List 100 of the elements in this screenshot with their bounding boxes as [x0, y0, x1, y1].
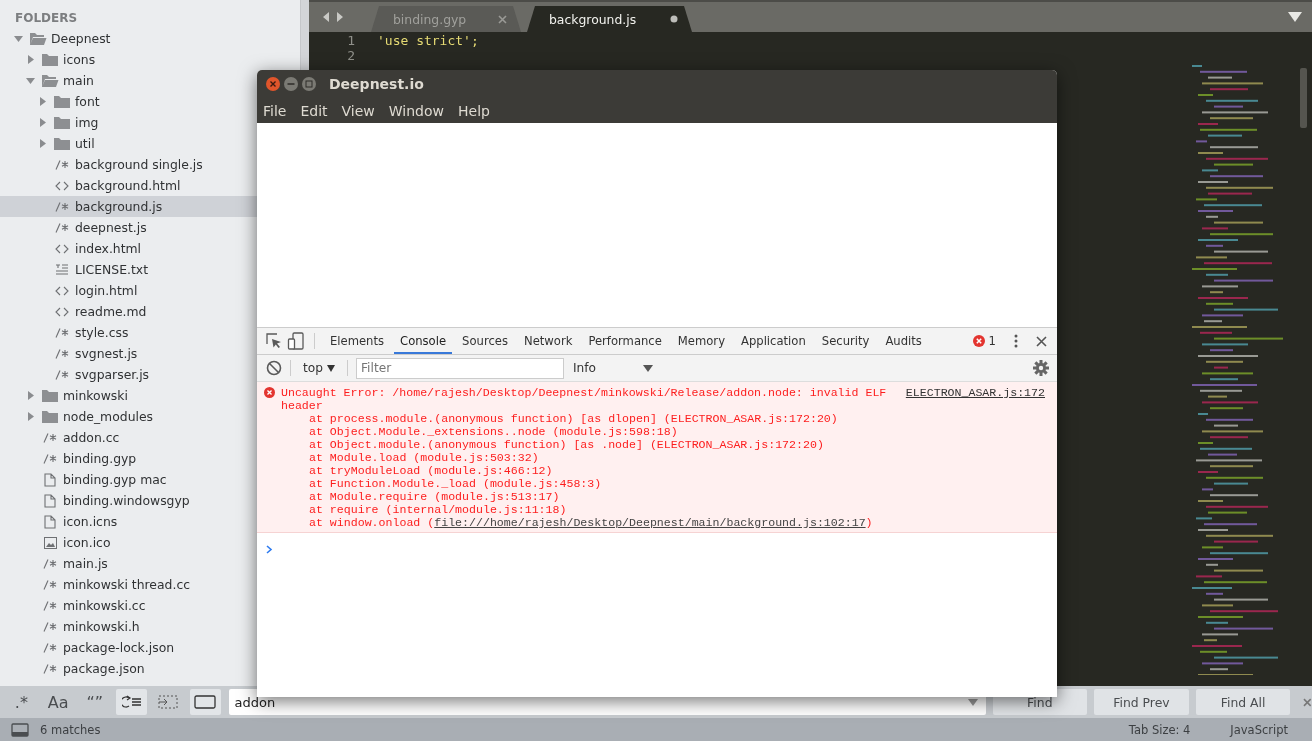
comment-icon: [43, 621, 57, 632]
source-link[interactable]: ELECTRON_ASAR.js:172: [905, 386, 1045, 412]
panel-icon[interactable]: [11, 722, 29, 737]
file-tree-item[interactable]: package-lock.json: [0, 637, 300, 658]
clear-console-icon[interactable]: [266, 360, 282, 376]
menu-item[interactable]: Help: [458, 102, 490, 119]
comment-icon: [43, 663, 57, 674]
comment-icon: [43, 642, 57, 653]
file-tree-item[interactable]: deepnest.js: [0, 217, 300, 238]
file-tree-item[interactable]: minkowski.cc: [0, 595, 300, 616]
window-controls-icon[interactable]: [265, 76, 317, 92]
collapsed-arrow-icon[interactable]: [26, 55, 35, 64]
menu-item[interactable]: View: [341, 102, 375, 119]
file-tree-item[interactable]: minkowski thread.cc: [0, 574, 300, 595]
file-tree-item[interactable]: background single.js: [0, 154, 300, 175]
sidebar-heading: FOLDERS: [14, 10, 79, 27]
tab-size-indicator[interactable]: Tab Size: 4: [1128, 722, 1191, 737]
find-option-toggle[interactable]: .*: [6, 689, 37, 715]
stack-trace-line: at Function.Module._load (module.js:458:3): [309, 477, 602, 490]
scrollbar-thumb[interactable]: [1300, 68, 1307, 128]
stack-trace-line: at window.onload (file:///home/rajesh/Desktop/Deepnest/main/background.js:102:17): [309, 516, 873, 529]
devtools-tab[interactable]: Network: [517, 328, 579, 354]
stack-trace-line: at Object.Module._extensions..node (module.js:598:18): [309, 425, 678, 438]
folder-icon: [41, 52, 59, 67]
find-button[interactable]: Find All: [1195, 689, 1291, 715]
devtools-tab[interactable]: Security: [815, 328, 876, 354]
document-icon: [44, 472, 56, 487]
wrap-toggle[interactable]: [116, 689, 147, 715]
devtools-tab[interactable]: Memory: [671, 328, 731, 354]
close-icon[interactable]: [1303, 697, 1312, 707]
file-tree-item[interactable]: binding.windowsgyp: [0, 490, 300, 511]
dropdown-arrow-icon[interactable]: [1288, 12, 1302, 22]
devtools-tab[interactable]: Application: [735, 328, 812, 354]
file-tree-item[interactable]: readme.md: [0, 301, 300, 322]
file-tree-item[interactable]: Deepnest: [0, 28, 300, 49]
file-tree-item[interactable]: background.html: [0, 175, 300, 196]
angle-brackets-icon: [55, 180, 69, 191]
stack-trace-line: at require (internal/module.js:11:18): [309, 503, 567, 516]
menu-item[interactable]: File: [263, 102, 287, 119]
image-icon: [43, 536, 57, 549]
more-options-icon[interactable]: [1014, 334, 1018, 348]
file-tree-item[interactable]: main: [0, 70, 300, 91]
log-level-dropdown[interactable]: Info: [569, 361, 657, 375]
file-tree-item[interactable]: minkowski.h: [0, 616, 300, 637]
comment-icon: [43, 558, 57, 569]
devtools-tab[interactable]: Sources: [456, 328, 514, 354]
code-line: 'use strict';: [377, 33, 479, 48]
stack-trace-line: at tryModuleLoad (module.js:466:12): [309, 464, 553, 477]
file-tree-item[interactable]: package.json: [0, 658, 300, 679]
close-icon[interactable]: [1036, 335, 1047, 347]
file-tree-item[interactable]: login.html: [0, 280, 300, 301]
prompt-chevron-icon[interactable]: [266, 545, 273, 554]
file-tree-item[interactable]: addon.cc: [0, 427, 300, 448]
file-link[interactable]: file:///home/rajesh/Desktop/Deepnest/main/background.js:102:17: [434, 516, 866, 529]
menu-item[interactable]: Window: [388, 102, 444, 119]
collapsed-arrow-icon[interactable]: [38, 118, 47, 127]
file-tree-item[interactable]: binding.gyp mac: [0, 469, 300, 490]
file-tree-item[interactable]: LICENSE.txt: [0, 259, 300, 280]
caret-icon[interactable]: [967, 699, 978, 706]
devtools-tab[interactable]: Elements: [324, 328, 391, 354]
inspect-icon[interactable]: [265, 332, 283, 350]
collapsed-arrow-icon[interactable]: [26, 391, 35, 400]
error-count[interactable]: 1: [988, 334, 996, 348]
window-title: Deepnest.io: [329, 76, 424, 92]
file-tree-item[interactable]: main.js: [0, 553, 300, 574]
settings-icon[interactable]: [1033, 360, 1049, 376]
collapsed-arrow-icon[interactable]: [26, 412, 35, 421]
devtools-tab[interactable]: Performance: [582, 328, 668, 354]
caret-icon: [643, 364, 653, 372]
syntax-indicator[interactable]: JavaScript: [1230, 722, 1288, 737]
editor-tab[interactable]: background.js: [527, 6, 692, 32]
device-icon[interactable]: [287, 332, 305, 350]
file-tree-item[interactable]: util: [0, 133, 300, 154]
collapsed-arrow-icon[interactable]: [38, 97, 47, 106]
file-tree-item[interactable]: index.html: [0, 238, 300, 259]
find-option-toggle[interactable]: “”: [79, 689, 111, 715]
filter-field[interactable]: Filter: [356, 357, 564, 379]
expanded-arrow-icon[interactable]: [14, 34, 23, 43]
error-icon: [264, 387, 275, 398]
context-dropdown[interactable]: top: [299, 361, 339, 375]
stack-trace-line: at process.module.(anonymous function) [as dlopen] (ELECTRON_ASAR.js:172:20): [309, 412, 838, 425]
tab-navigation-arrows-icon[interactable]: [321, 11, 345, 23]
file-tree-item[interactable]: icon.ico: [0, 532, 300, 553]
file-tree-item[interactable]: icons: [0, 49, 300, 70]
file-tree-item[interactable]: svgparser.js: [0, 364, 300, 385]
comment-icon: [43, 453, 57, 464]
file-tree-item[interactable]: binding.gyp: [0, 448, 300, 469]
file-tree-item[interactable]: svgnest.js: [0, 343, 300, 364]
find-option-toggle[interactable]: Aa: [42, 689, 74, 715]
menu-item[interactable]: Edit: [300, 102, 328, 119]
expanded-arrow-icon[interactable]: [26, 76, 35, 85]
file-tree-item[interactable]: icon.icns: [0, 511, 300, 532]
highlight-toggle[interactable]: [189, 689, 221, 715]
angle-brackets-icon: [55, 306, 69, 317]
file-tree-item[interactable]: style.css: [0, 322, 300, 343]
line-number: 2: [346, 48, 356, 63]
devtools-tab[interactable]: Audits: [879, 328, 928, 354]
collapsed-arrow-icon[interactable]: [38, 139, 47, 148]
in-selection-icon: [157, 695, 180, 709]
find-button[interactable]: Find Prev: [1094, 689, 1189, 715]
